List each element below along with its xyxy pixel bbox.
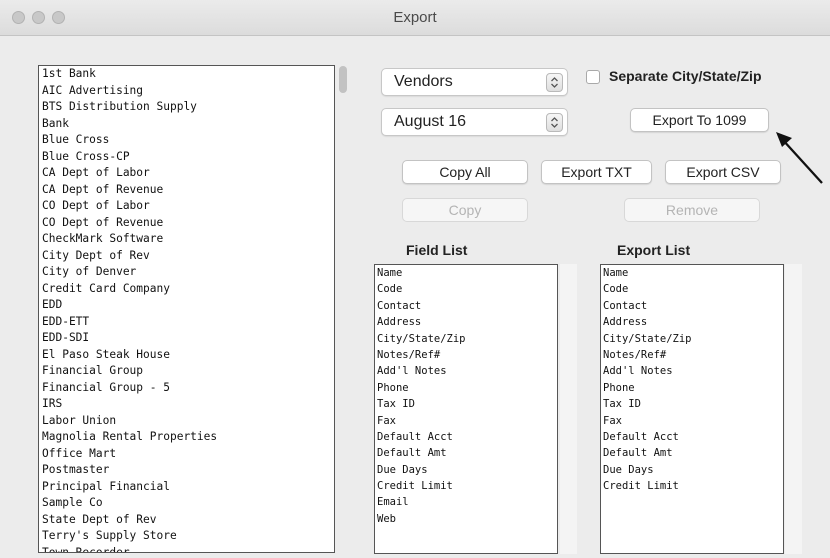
export-list-item[interactable]: Fax [601, 413, 783, 429]
export-list-item[interactable]: Credit Limit [601, 478, 783, 494]
export-list-item[interactable]: Default Amt [601, 445, 783, 461]
account-list-item[interactable]: Principal Financial [39, 479, 334, 496]
field-list-heading: Field List [406, 242, 468, 258]
record-type-popup[interactable]: Vendors [381, 68, 568, 96]
account-list-item[interactable]: Town Recorder [39, 545, 334, 553]
title-bar: Export [0, 0, 830, 36]
export-list[interactable]: Name Code Contact Address City/State/Zip Note… [600, 264, 784, 554]
account-list-item[interactable]: Financial Group [39, 363, 334, 380]
account-list-item[interactable]: Bank [39, 116, 334, 133]
account-list-item[interactable]: Magnolia Rental Properties [39, 429, 334, 446]
account-list-item[interactable]: EDD-ETT [39, 314, 334, 331]
account-list-item[interactable]: State Dept of Rev [39, 512, 334, 529]
account-list-item[interactable]: CO Dept of Labor [39, 198, 334, 215]
account-list-item[interactable]: Financial Group - 5 [39, 380, 334, 397]
account-list-rows: 1st Bank AIC Advertising BTS Distribution … [39, 66, 334, 553]
field-list-item[interactable]: Email [375, 494, 557, 510]
remove-button[interactable]: Remove [624, 198, 760, 222]
copy-button[interactable]: Copy [402, 198, 528, 222]
copy-all-button[interactable]: Copy All [402, 160, 528, 184]
export-list-scrollbar[interactable] [785, 264, 802, 554]
account-list-item[interactable]: El Paso Steak House [39, 347, 334, 364]
period-value: August 16 [394, 113, 467, 130]
field-list-item[interactable]: Notes/Ref# [375, 347, 557, 363]
account-list-item[interactable]: Credit Card Company [39, 281, 334, 298]
account-list-item[interactable]: City Dept of Rev [39, 248, 334, 265]
account-list-item[interactable]: BTS Distribution Supply [39, 99, 334, 116]
export-list-item[interactable]: Contact [601, 298, 783, 314]
account-list-item[interactable]: CheckMark Software [39, 231, 334, 248]
account-list-item[interactable]: Blue Cross [39, 132, 334, 149]
field-list-item[interactable]: Name [375, 265, 557, 281]
field-list-item[interactable]: Fax [375, 413, 557, 429]
separate-city-state-zip-checkbox[interactable] [586, 70, 600, 84]
field-list-item[interactable]: Credit Limit [375, 478, 557, 494]
account-list-scrollbar[interactable] [339, 66, 347, 93]
export-list-item[interactable]: Code [601, 281, 783, 297]
separate-city-state-zip-label: Separate City/State/Zip [609, 68, 762, 84]
field-list-item[interactable]: Due Days [375, 462, 557, 478]
export-csv-button[interactable]: Export CSV [665, 160, 781, 184]
export-list-item[interactable]: Address [601, 314, 783, 330]
account-list-item[interactable]: AIC Advertising [39, 83, 334, 100]
account-list-item[interactable]: Blue Cross-CP [39, 149, 334, 166]
field-list-item[interactable]: Code [375, 281, 557, 297]
field-list-item[interactable]: Address [375, 314, 557, 330]
account-list-item[interactable]: City of Denver [39, 264, 334, 281]
export-list-item[interactable]: City/State/Zip [601, 331, 783, 347]
account-list-item[interactable]: IRS [39, 396, 334, 413]
account-list-item[interactable]: CO Dept of Revenue [39, 215, 334, 232]
up-down-chevron-icon [546, 73, 563, 92]
record-type-value: Vendors [394, 73, 453, 90]
export-list-heading: Export List [617, 242, 691, 258]
export-list-rows: Name Code Contact Address City/State/Zip Note… [601, 265, 783, 494]
export-list-item[interactable]: Default Acct [601, 429, 783, 445]
field-list-item[interactable]: Phone [375, 380, 557, 396]
field-list-item[interactable]: Add'l Notes [375, 363, 557, 379]
field-list-item[interactable]: Web [375, 511, 557, 527]
export-list-item[interactable]: Notes/Ref# [601, 347, 783, 363]
export-list-item[interactable]: Phone [601, 380, 783, 396]
field-list-item[interactable]: Tax ID [375, 396, 557, 412]
period-popup[interactable]: August 16 [381, 108, 568, 136]
account-list-item[interactable]: 1st Bank [39, 66, 334, 83]
export-list-item[interactable]: Add'l Notes [601, 363, 783, 379]
field-list-item[interactable]: Default Amt [375, 445, 557, 461]
export-list-item[interactable]: Tax ID [601, 396, 783, 412]
account-list-item[interactable]: Office Mart [39, 446, 334, 463]
up-down-chevron-icon [546, 113, 563, 132]
account-list-item[interactable]: Sample Co [39, 495, 334, 512]
export-window: Export 1st Bank AIC Advertising BTS Distri… [0, 0, 830, 558]
account-list-item[interactable]: CA Dept of Labor [39, 165, 334, 182]
field-list-item[interactable]: Contact [375, 298, 557, 314]
account-list-item[interactable]: EDD [39, 297, 334, 314]
field-list-item[interactable]: Default Acct [375, 429, 557, 445]
export-txt-button[interactable]: Export TXT [541, 160, 652, 184]
account-list[interactable]: 1st Bank AIC Advertising BTS Distribution … [38, 65, 335, 553]
field-list-scrollbar[interactable] [560, 264, 577, 554]
export-list-item[interactable]: Name [601, 265, 783, 281]
field-list[interactable]: Name Code Contact Address City/State/Zip Note… [374, 264, 558, 554]
account-list-item[interactable]: CA Dept of Revenue [39, 182, 334, 199]
export-to-1099-button[interactable]: Export To 1099 [630, 108, 769, 132]
export-list-item[interactable]: Due Days [601, 462, 783, 478]
account-list-item[interactable]: EDD-SDI [39, 330, 334, 347]
account-list-item[interactable]: Terry's Supply Store [39, 528, 334, 545]
field-list-rows: Name Code Contact Address City/State/Zip Note… [375, 265, 557, 527]
field-list-item[interactable]: City/State/Zip [375, 331, 557, 347]
window-title: Export [393, 9, 437, 26]
account-list-item[interactable]: Labor Union [39, 413, 334, 430]
account-list-item[interactable]: Postmaster [39, 462, 334, 479]
